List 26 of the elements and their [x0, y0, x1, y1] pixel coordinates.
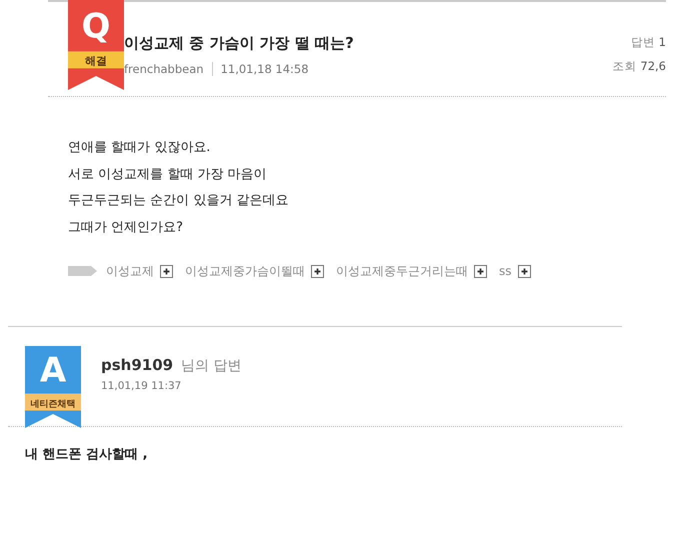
answer-text: 내 핸드폰 검사할때 ,	[24, 446, 149, 464]
answer-date: 11,01,19 11:37	[101, 379, 182, 394]
add-icon[interactable]	[160, 264, 173, 278]
stat-value: 72,6	[640, 59, 666, 73]
post-date: 11,01,18 14:58	[212, 62, 309, 76]
question-title: 이성교제 중 가슴이 가장 떨 때는?	[124, 33, 354, 54]
question-text-line: 서로 이성교제를 할때 가장 마음이	[68, 166, 268, 184]
tag-link[interactable]: ss	[499, 262, 512, 280]
stat-label: 답변	[631, 35, 656, 49]
question-text-line: 연애를 할때가 있잖아요.	[68, 139, 212, 157]
question-solved-icon: Q 해결	[68, 0, 124, 90]
tag-link[interactable]: 이성교제중가슴이뛸때	[185, 262, 305, 280]
author-name: frenchabbean	[124, 62, 204, 76]
answerer-name: psh9109	[101, 356, 174, 374]
tag-link[interactable]: 이성교제중두근거리는때	[336, 262, 468, 280]
answer-label: 님의 답변	[181, 358, 242, 374]
stat-label: 조회	[612, 59, 637, 73]
add-icon[interactable]	[518, 264, 531, 278]
question-text-line: 그때가 언제인가요?	[68, 218, 184, 236]
add-icon[interactable]	[311, 264, 324, 278]
question-text-line: 두근두근되는 순간이 있을거 같은데요	[68, 192, 290, 210]
answer-chosen-icon: A 네티즌채택	[25, 346, 81, 428]
tag-link[interactable]: 이성교제	[106, 262, 154, 280]
add-icon[interactable]	[474, 264, 487, 278]
stat-value: 1	[658, 35, 666, 49]
tag-icon	[68, 265, 98, 277]
